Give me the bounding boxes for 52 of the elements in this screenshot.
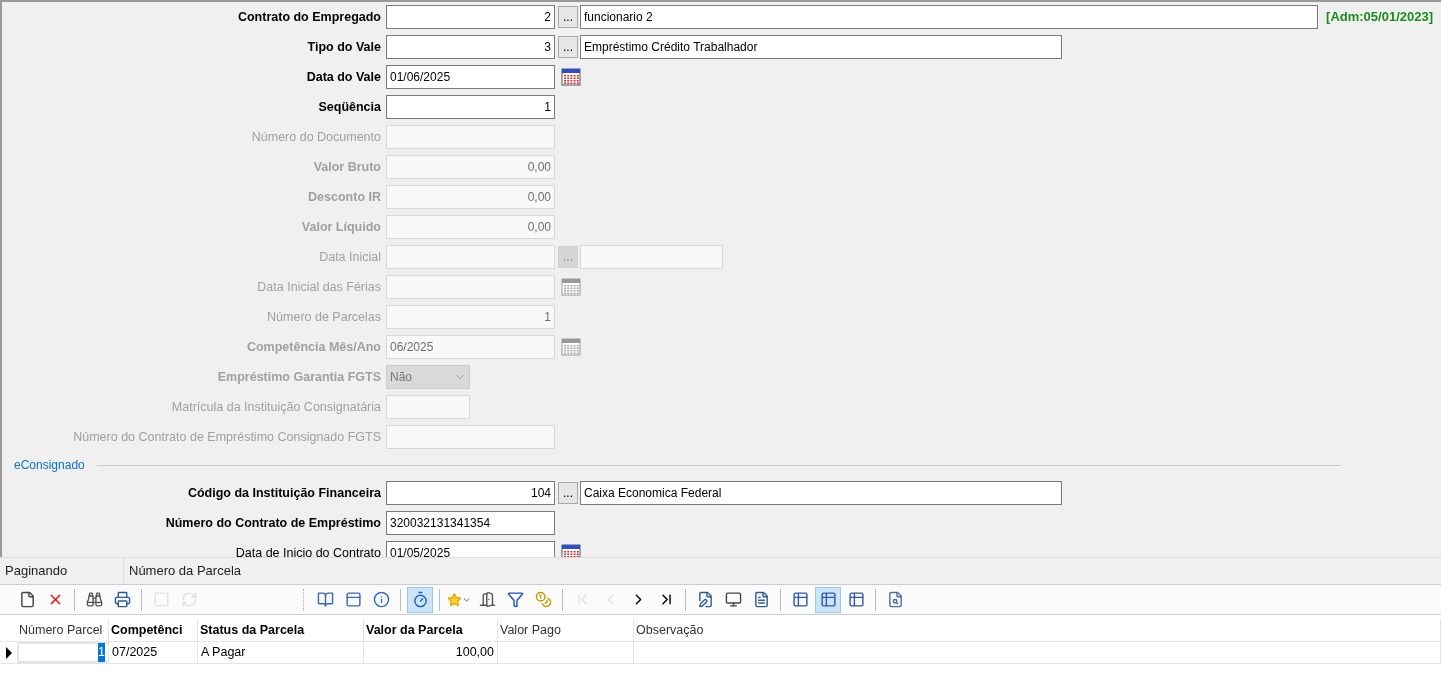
field-label: Tipo do Vale <box>307 38 381 56</box>
grid-button[interactable] <box>815 586 841 613</box>
table-cell-text: A Pagar <box>201 644 246 662</box>
column-header[interactable]: Status da Parcela <box>198 619 364 641</box>
section-title: eConsignado <box>14 457 85 474</box>
field-label: Data Inicial das Férias <box>257 278 381 296</box>
field-label: Número de Parcelas <box>267 308 381 326</box>
description-field[interactable]: Empréstimo Crédito Trabalhador <box>580 35 1062 59</box>
field-label: Data de Inicio do Contrato <box>235 544 381 557</box>
stopwatch-button[interactable] <box>407 586 433 613</box>
column-header[interactable]: Número Parcel <box>17 619 109 641</box>
field-label: Seqüência <box>318 98 381 116</box>
description-field[interactable]: funcionario 2 <box>580 5 1319 29</box>
field-label: Valor Líquido <box>301 218 381 236</box>
date-field[interactable]: 01/05/2025 <box>386 541 555 557</box>
field-label: Data do Vale <box>306 68 381 86</box>
column-header[interactable]: Valor Pago <box>498 619 634 641</box>
lookup-button[interactable]: ... <box>558 6 578 28</box>
code-field[interactable]: 2 <box>386 5 555 29</box>
code-field[interactable]: 104 <box>386 481 555 505</box>
description-field[interactable]: Caixa Economica Federal <box>580 481 1062 505</box>
column-header[interactable]: Valor da Parcela <box>364 619 498 641</box>
field-label: Código da Instituição Financeira <box>187 484 381 502</box>
description-field[interactable] <box>580 245 723 269</box>
calendar-icon[interactable] <box>561 68 581 86</box>
field-label: Matrícula da Instituição Consignatária <box>171 398 381 416</box>
column-header[interactable]: Observação <box>634 619 1441 641</box>
date-field[interactable]: 01/06/2025 <box>386 65 555 89</box>
table-cell: 1 <box>98 643 105 662</box>
field-label: Número do Contrato de Empréstimo Consignado FGTS <box>73 428 381 446</box>
status-text: Número da Parcela <box>129 562 241 581</box>
table-cell-text: 100,00 <box>455 644 494 662</box>
field-label: Número do Documento <box>251 128 381 146</box>
calendar-icon[interactable] <box>561 278 581 296</box>
field-label: Data Inicial <box>319 248 381 266</box>
column-header[interactable]: Competênci <box>109 619 198 641</box>
lookup-button[interactable]: ... <box>558 482 578 504</box>
status-text: Paginando <box>5 562 68 581</box>
table-cell-text: 07/2025 <box>112 644 158 662</box>
field-label: Competência Mês/Ano <box>246 338 381 356</box>
calendar-icon[interactable] <box>561 544 581 557</box>
admission-date-label: [Adm:05/01/2023] <box>1326 8 1433 27</box>
calendar-icon[interactable] <box>561 338 581 356</box>
field-label: Número do Contrato de Empréstimo <box>165 514 381 532</box>
lookup-button[interactable]: ... <box>558 36 578 58</box>
field-label: Contrato do Empregado <box>237 8 381 26</box>
text-field[interactable]: 320032131341354 <box>386 511 555 535</box>
number-field[interactable]: 1 <box>386 95 555 119</box>
field-label: Valor Bruto <box>313 158 381 176</box>
field-label: Empréstimo Garantia FGTS <box>217 368 381 386</box>
field-label: Desconto IR <box>308 188 381 206</box>
code-field[interactable]: 3 <box>386 35 555 59</box>
